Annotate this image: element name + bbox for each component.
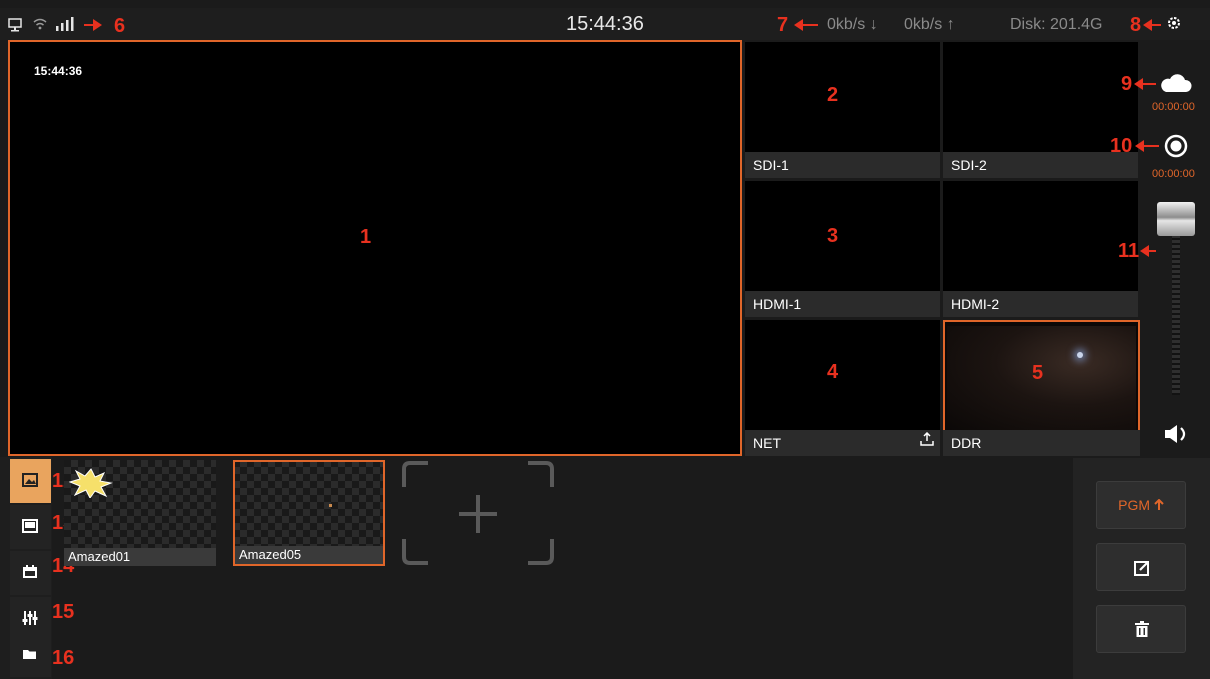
add-icon [402, 461, 554, 565]
annotation-5: 5 [1032, 362, 1044, 384]
source-tile-ddr[interactable]: 5 DDR [943, 320, 1140, 456]
annotation-arrow [1134, 78, 1156, 90]
clock: 15:44:36 [566, 13, 644, 35]
download-rate: 0kb/s ↓ [827, 16, 878, 33]
record-timer: 00:00:00 [1152, 168, 1195, 180]
folder-icon [23, 650, 36, 659]
disk-space: Disk: 201.4G [1010, 16, 1103, 33]
source-label: SDI-1 [745, 152, 940, 178]
source-tile-sdi-1[interactable]: 2 SDI-1 [745, 42, 940, 178]
cloud-stream-icon[interactable] [1160, 72, 1192, 99]
source-tile-sdi-2[interactable]: SDI-2 [943, 42, 1138, 178]
stream-timer: 00:00:00 [1152, 101, 1195, 113]
annotation-arrow [1140, 245, 1156, 257]
mixer-icon [22, 611, 38, 625]
overlay-label: Amazed05 [235, 546, 383, 564]
source-label: HDMI-2 [943, 291, 1138, 317]
edit-icon [1134, 561, 1149, 576]
image-overlay-tab[interactable] [10, 459, 51, 503]
annotation-arrow [84, 19, 102, 31]
add-overlay-button[interactable] [402, 461, 554, 565]
image-overlay-icon [22, 473, 38, 487]
annotation-6: 6 [114, 15, 126, 37]
annotation-arrow [1135, 140, 1159, 152]
volume-icon[interactable] [1163, 424, 1191, 449]
annotation-3: 3 [827, 225, 839, 247]
annotation-4: 4 [827, 361, 839, 383]
net-input-icon[interactable] [920, 431, 934, 451]
source-label: DDR [943, 430, 1140, 456]
program-monitor[interactable]: 15:44:36 1 [8, 40, 742, 456]
annotation-2: 2 [827, 84, 839, 106]
annotation-8: 8 [1130, 14, 1142, 36]
signal-icon [55, 17, 75, 33]
annotation-arrow [794, 19, 818, 31]
source-label: NET [745, 430, 940, 456]
annotation-7: 7 [777, 14, 789, 36]
annotation-arrow [1143, 19, 1161, 31]
annotation-1: 1 [360, 226, 372, 248]
source-label: SDI-2 [943, 152, 1138, 178]
upload-icon [1154, 498, 1164, 510]
source-tile-hdmi-2[interactable]: HDMI-2 [943, 181, 1138, 317]
wifi-icon [33, 17, 47, 33]
countdown-tab[interactable] [10, 551, 51, 595]
annotation-16: 16 [52, 647, 75, 669]
overlay-label: Amazed01 [64, 548, 216, 566]
upload-rate: 0kb/s ↑ [904, 16, 955, 33]
status-bar: 6 15:44:36 7 0kb/s ↓ 0kb/s ↑ Disk: 201.4… [0, 8, 1210, 40]
annotation-10: 10 [1110, 135, 1133, 157]
volume-fader-handle[interactable] [1157, 202, 1195, 236]
overlay-graphic [69, 468, 113, 498]
edit-button[interactable] [1096, 543, 1186, 591]
folder-tab[interactable] [10, 633, 51, 677]
program-timestamp: 15:44:36 [34, 64, 83, 78]
overlay-item-amazed01[interactable]: Amazed01 [64, 460, 216, 566]
annotation-9: 9 [1121, 73, 1133, 95]
source-tile-net[interactable]: 4 NET [745, 320, 940, 456]
volume-track[interactable] [1172, 230, 1180, 395]
countdown-icon [23, 565, 37, 578]
source-tile-hdmi-1[interactable]: 3 HDMI-1 [745, 181, 940, 317]
network-icon [8, 17, 24, 35]
trash-icon [1135, 621, 1149, 637]
pip-icon [22, 519, 38, 533]
overlay-graphic [329, 504, 332, 507]
settings-icon[interactable] [1166, 15, 1182, 36]
pgm-upload-button[interactable]: PGM [1096, 481, 1186, 529]
annotation-11: 11 [1118, 240, 1140, 262]
source-label: HDMI-1 [745, 291, 940, 317]
ddr-preview-light [1077, 352, 1083, 358]
pip-tab[interactable] [10, 505, 51, 549]
delete-button[interactable] [1096, 605, 1186, 653]
overlay-item-amazed05[interactable]: Amazed05 [233, 460, 385, 566]
annotation-15: 15 [52, 601, 75, 623]
record-icon[interactable] [1164, 134, 1188, 163]
